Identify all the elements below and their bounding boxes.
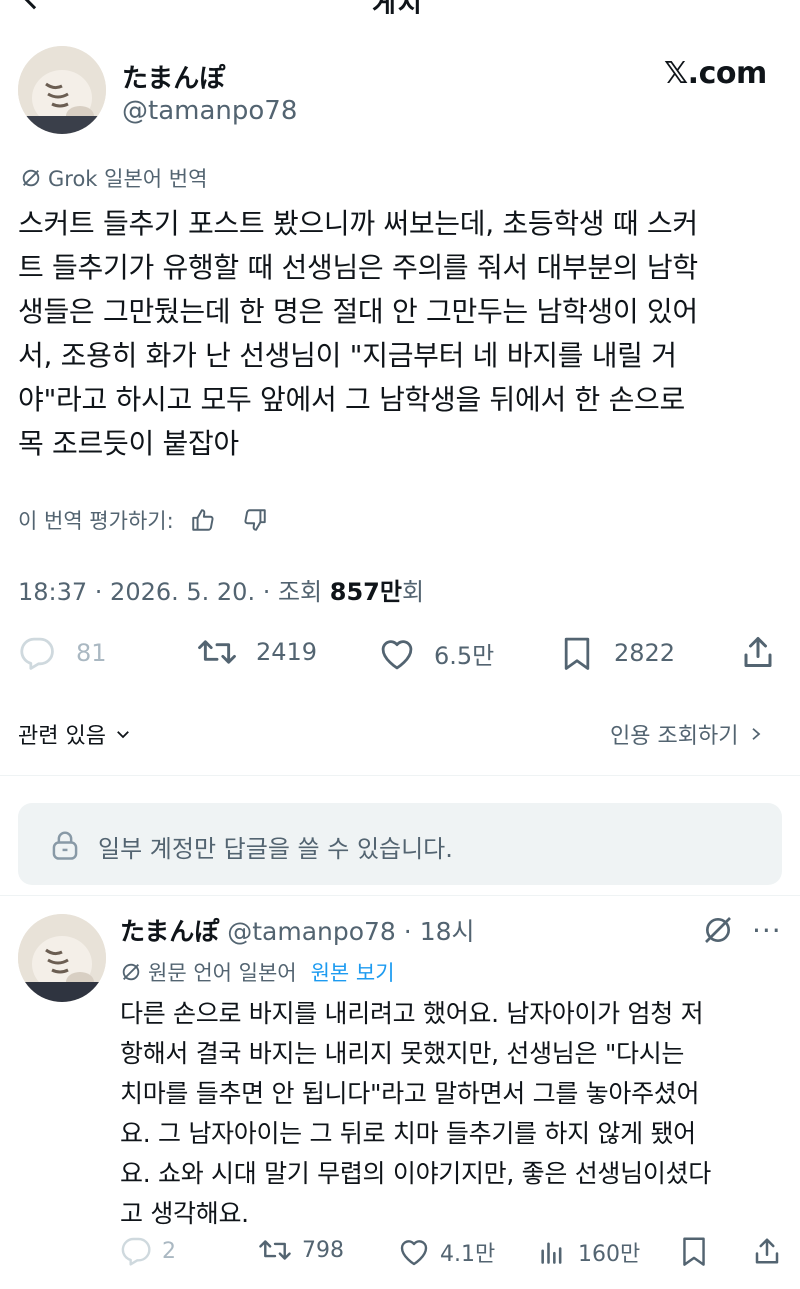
reply-reply-count: 2: [162, 1238, 176, 1264]
chevron-right-icon: [752, 728, 761, 740]
reply-body: 다른 손으로 바지를 내리려고 했어요. 남자아이가 엄청 저 항해서 결국 바…: [120, 994, 790, 1234]
share-icon: [755, 1238, 779, 1264]
bookmark-icon: [683, 1237, 705, 1266]
reply-line: 항해서 결국 바지는 내리지 못했지만, 선생님은 "다시는: [120, 1039, 685, 1068]
grok-icon: [22, 169, 40, 187]
divider: [0, 895, 800, 896]
bookmark-action[interactable]: 2822: [560, 636, 675, 670]
post-line: 목 조르듯이 붙잡아: [18, 427, 239, 460]
related-dropdown[interactable]: 관련 있음: [18, 718, 132, 750]
reply-header: たまんぽ @tamanpo78 · 18시: [120, 912, 475, 948]
author-name[interactable]: たまんぽ: [122, 58, 225, 95]
repost-icon: [259, 1240, 291, 1260]
grok-icon[interactable]: [702, 914, 734, 946]
reply-translation-row: 원문 언어 일본어 원본 보기: [120, 957, 395, 987]
reply-share-action[interactable]: [752, 1236, 782, 1272]
thumbs-up-icon[interactable]: [190, 507, 216, 533]
reply-actions: 2 798 4.1만 160만: [120, 1236, 790, 1272]
translation-label: Grok 일본어 번역: [48, 167, 208, 191]
reply-repost-action[interactable]: 798: [258, 1236, 344, 1264]
like-count: 6.5만: [434, 642, 495, 670]
translation-label-row: Grok 일본어 번역: [20, 163, 207, 193]
repost-icon: [198, 640, 236, 664]
reply-action[interactable]: 81: [18, 636, 107, 670]
heart-icon: [381, 639, 413, 669]
reply-line: 고 생각해요.: [120, 1199, 249, 1228]
reply-reply-action[interactable]: 2: [120, 1236, 176, 1266]
reply-restriction-box: 일부 계정만 답글을 쓸 수 있습니다.: [18, 803, 782, 885]
views-chart-icon: [541, 1242, 562, 1264]
thumbs-down-icon[interactable]: [242, 507, 268, 533]
top-bar: 게시: [0, 0, 800, 14]
bookmark-icon: [564, 637, 590, 670]
heart-icon: [400, 1240, 428, 1266]
view-count: 857만: [329, 578, 402, 606]
reply-line: 요. 쇼와 시대 말기 무렵의 이야기지만, 좋은 선생님이셨다: [120, 1159, 711, 1188]
repost-action[interactable]: 2419: [196, 636, 317, 668]
post-line: 트 들추기가 유행할 때 선생님은 주의를 줘서 대부분의 남학: [18, 251, 698, 284]
lock-icon: [52, 831, 78, 860]
chevron-down-icon: [117, 731, 129, 739]
reply-view-count: 160만: [578, 1242, 641, 1267]
reply-like-action[interactable]: 4.1만: [398, 1236, 495, 1268]
reply-views-action[interactable]: 160만: [538, 1236, 640, 1268]
translate-icon: [122, 963, 140, 981]
original-language: 원문 언어 일본어: [148, 961, 297, 985]
share-action[interactable]: [740, 634, 776, 674]
reply-time: · 18시: [403, 917, 475, 946]
related-label: 관련 있음: [18, 724, 106, 749]
author-handle[interactable]: @tamanpo78: [122, 96, 297, 126]
reply-like-count: 4.1만: [440, 1242, 496, 1267]
post-line: 스커트 들추기 포스트 봤으니까 써보는데, 초등학생 때 스커: [18, 207, 698, 240]
divider: [0, 775, 800, 776]
view-quotes-link[interactable]: 인용 조회하기: [610, 718, 764, 750]
reply-icon: [20, 637, 54, 670]
reply-avatar[interactable]: [18, 914, 106, 1002]
reply-bookmark-action[interactable]: [680, 1236, 708, 1272]
avatar[interactable]: [18, 46, 106, 134]
reply-line: 요. 그 남자아이는 그 뒤로 치마 들추기를 하지 않게 됐어: [120, 1119, 696, 1148]
reply-repost-count: 798: [302, 1237, 344, 1263]
reply-restriction-text: 일부 계정만 답글을 쓸 수 있습니다.: [98, 835, 453, 863]
post-time: 18:37 · 2026. 5. 20. · 조회: [18, 578, 330, 606]
more-options-icon[interactable]: ···: [752, 914, 782, 947]
post-meta: 18:37 · 2026. 5. 20. · 조회 857만회: [18, 572, 424, 607]
post-line: 야"라고 하시고 모두 앞에서 그 남학생을 뒤에서 한 손으로: [18, 383, 685, 416]
source-label: 𝕏.com: [664, 56, 767, 91]
rate-label: 이 번역 평가하기:: [18, 509, 174, 533]
reply-icon: [121, 1237, 151, 1266]
view-suffix: 회: [401, 578, 425, 606]
rate-translation-row: 이 번역 평가하기:: [18, 505, 268, 535]
bookmark-count: 2822: [614, 639, 676, 667]
reply-author-handle[interactable]: @tamanpo78: [227, 917, 396, 946]
post-line: 생들은 그만뒀는데 한 명은 절대 안 그만두는 남학생이 있어: [18, 295, 698, 328]
back-arrow-icon[interactable]: [22, 0, 46, 10]
page-title: 게시: [372, 0, 424, 14]
post-body: 스커트 들추기 포스트 봤으니까 써보는데, 초등학생 때 스커 트 들추기가 …: [18, 202, 788, 466]
show-original-link[interactable]: 원본 보기: [311, 957, 395, 987]
reply-author-name[interactable]: たまんぽ: [120, 917, 219, 946]
repost-count: 2419: [256, 638, 318, 666]
like-action[interactable]: 6.5만: [378, 636, 494, 671]
share-icon: [744, 637, 772, 667]
reply-count: 81: [76, 639, 107, 667]
post-line: 서, 조용히 화가 난 선생님이 "지금부터 네 바지를 내릴 거: [18, 339, 677, 372]
reply-line: 치마를 들추면 안 됩니다"라고 말하면서 그를 놓아주셨어: [120, 1079, 700, 1108]
post-actions: 81 2419 6.5만 2822: [18, 634, 778, 674]
quotes-label: 인용 조회하기: [610, 724, 739, 749]
reply-line: 다른 손으로 바지를 내리려고 했어요. 남자아이가 엄청 저: [120, 999, 704, 1028]
